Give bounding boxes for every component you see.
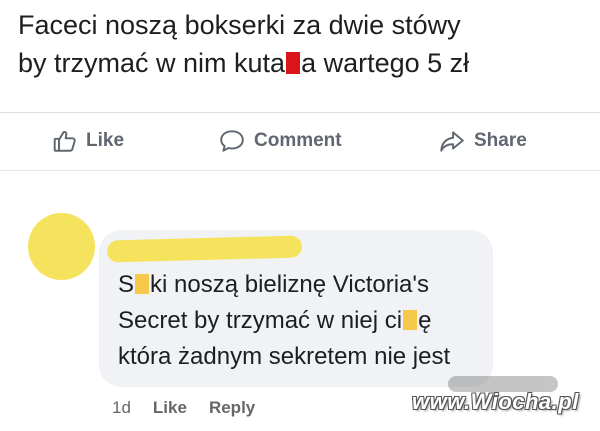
censor-block <box>286 52 301 74</box>
comment-button[interactable]: Comment <box>218 113 342 168</box>
comment-label: Comment <box>254 129 342 151</box>
share-label: Share <box>474 129 527 151</box>
post-text: Faceci noszą bokserki za dwie stówy by t… <box>18 6 588 82</box>
share-arrow-icon <box>438 128 466 154</box>
post-actions-bar: Like Comment Share <box>0 113 600 168</box>
watermark: www.Wiocha.pl <box>412 389 579 414</box>
share-button[interactable]: Share <box>438 113 527 168</box>
thumbs-up-icon <box>52 128 78 154</box>
comment-timestamp[interactable]: 1d <box>112 398 131 418</box>
comments-divider <box>0 170 600 171</box>
like-button[interactable]: Like <box>52 113 124 168</box>
comment-meta: 1d Like Reply <box>112 398 255 418</box>
censor-block <box>135 274 150 294</box>
comment-text-part2: ki noszą bieliznę Victoria's Secret by t… <box>118 271 429 334</box>
comment-reply-link[interactable]: Reply <box>209 398 255 418</box>
avatar[interactable] <box>28 213 95 280</box>
comment-text-part1: S <box>118 271 135 298</box>
post-text-line2-end: a wartego 5 zł <box>301 48 470 78</box>
post-text-line2-start: by trzymać w nim kuta <box>18 48 286 78</box>
comment-like-link[interactable]: Like <box>153 398 187 418</box>
speech-bubble-icon <box>218 128 246 154</box>
censor-block <box>403 310 418 330</box>
comment-text: Ski noszą bieliznę Victoria's Secret by … <box>118 267 488 375</box>
post-text-line1: Faceci noszą bokserki za dwie stówy <box>18 10 461 40</box>
like-label: Like <box>86 129 125 151</box>
